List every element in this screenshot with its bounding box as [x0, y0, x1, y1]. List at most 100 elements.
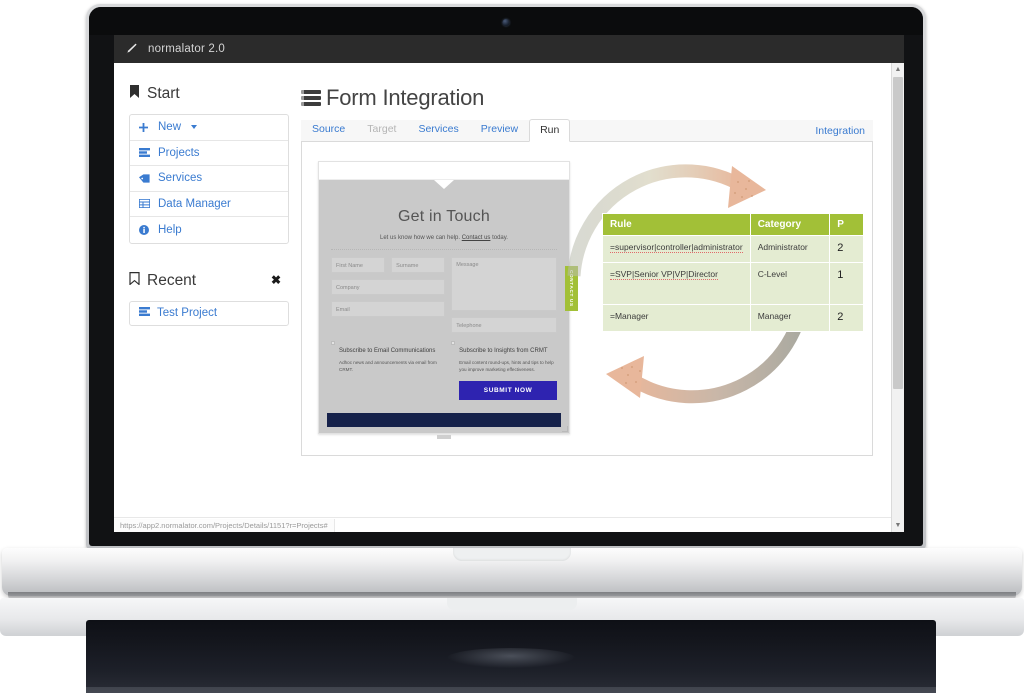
- form-mockup-body: Get in Touch Let us know how we can help…: [319, 180, 569, 433]
- checkbox-email-desc: Adhoc news and announcements via email f…: [339, 359, 442, 374]
- cell-category: C-Level: [750, 262, 830, 304]
- scroll-up-icon[interactable]: ▲: [892, 63, 904, 76]
- telephone-input[interactable]: Telephone: [451, 317, 557, 333]
- form-divider: [331, 249, 557, 250]
- info-icon: [139, 225, 151, 235]
- checkbox-email-title: Subscribe to Email Communications: [339, 348, 435, 354]
- checkbox-insights-title: Subscribe to Insights from CRMT: [459, 348, 547, 354]
- sidebar-menu: New: [129, 114, 289, 244]
- cell-p: 2: [830, 236, 864, 263]
- projects-icon: [139, 148, 151, 157]
- recent-item-label: Test Project: [157, 307, 217, 319]
- message-input[interactable]: Message: [451, 257, 557, 311]
- checkbox-icon[interactable]: [451, 341, 455, 345]
- sidebar-recent-heading: Recent ✖: [129, 272, 289, 290]
- checkbox-insights-desc: Email content round-ups, hints and tips …: [459, 359, 557, 374]
- browser-window: normalator 2.0: [114, 35, 904, 532]
- table-row: =supervisor|controller|administrator Adm…: [603, 236, 864, 263]
- status-url: https://app2.normalator.com/Projects/Det…: [114, 519, 335, 532]
- page-title-text: Form Integration: [326, 85, 484, 111]
- tab-bar: Source Target Services Preview Run Integ…: [301, 120, 873, 142]
- email-input[interactable]: Email: [331, 301, 445, 317]
- tab-source[interactable]: Source: [301, 118, 356, 141]
- laptop-screen: normalator 2.0: [114, 35, 904, 532]
- tab-preview[interactable]: Preview: [470, 118, 529, 141]
- webcam-icon: [503, 19, 510, 26]
- browser-viewport: Start: [114, 63, 904, 532]
- table-header-row: Rule Category P: [603, 214, 864, 236]
- bookmark-outline-icon: [129, 272, 140, 290]
- form-footer-bar: [327, 413, 561, 427]
- status-bar: https://app2.normalator.com/Projects/Det…: [114, 517, 891, 532]
- screenshot-stage: normalator 2.0: [0, 0, 1024, 693]
- sidebar-item-projects[interactable]: Projects: [130, 141, 288, 167]
- surname-input[interactable]: Surname: [391, 257, 445, 273]
- table-row: =Manager Manager 2: [603, 304, 864, 331]
- checkbox-email-communications[interactable]: Subscribe to Email Communications Adhoc …: [331, 339, 442, 400]
- cell-rule: =Manager: [603, 304, 751, 331]
- tab-services[interactable]: Services: [407, 118, 469, 141]
- cell-rule-text: =Manager: [610, 311, 649, 321]
- close-icon[interactable]: ✖: [271, 274, 281, 286]
- sidebar-item-services[interactable]: Services: [130, 166, 288, 192]
- form-subtitle: Let us know how we can help. Contact us …: [331, 235, 557, 241]
- recent-item-test-project[interactable]: Test Project: [129, 301, 289, 326]
- scrollbar-thumb[interactable]: [893, 77, 903, 389]
- sidebar: Start: [114, 85, 289, 532]
- checkbox-insights[interactable]: Subscribe to Insights from CRMT Email co…: [451, 339, 557, 400]
- cell-p: 1: [830, 262, 864, 304]
- form-checkbox-group: Subscribe to Email Communications Adhoc …: [331, 339, 557, 400]
- sidebar-item-new[interactable]: New: [130, 115, 288, 141]
- browser-titlebar: normalator 2.0: [114, 35, 904, 63]
- cell-category: Administrator: [750, 236, 830, 263]
- cell-rule-text: =SVP|Senior VP|VP|Director: [610, 269, 718, 280]
- laptop-lid-inner: normalator 2.0: [89, 7, 923, 546]
- run-panel: Get in Touch Let us know how we can help…: [301, 142, 873, 456]
- sidebar-item-help[interactable]: Help: [130, 217, 288, 243]
- main-content: Form Integration Source Target Services …: [289, 85, 891, 532]
- first-name-input[interactable]: First Name: [331, 257, 385, 273]
- form-subtitle-pre: Let us know how we can help.: [380, 235, 462, 241]
- page-content: Start: [114, 63, 891, 532]
- rules-table: Rule Category P: [602, 213, 864, 332]
- laptop-lid: normalator 2.0: [86, 4, 926, 549]
- sidebar-start-heading: Start: [129, 85, 289, 103]
- integration-link[interactable]: Integration: [807, 121, 873, 141]
- resize-corner-icon[interactable]: [562, 426, 568, 432]
- browser-title: normalator 2.0: [148, 43, 225, 55]
- checkbox-icon[interactable]: [331, 341, 335, 345]
- cell-rule-text: =supervisor|controller|administrator: [610, 242, 743, 253]
- cell-category: Manager: [750, 304, 830, 331]
- company-input[interactable]: Company: [331, 279, 445, 295]
- tab-run[interactable]: Run: [529, 119, 570, 142]
- bookmark-icon: [129, 85, 140, 103]
- pen-icon: [124, 42, 138, 56]
- form-subtitle-link[interactable]: Contact us: [462, 235, 491, 241]
- form-list-icon: [301, 90, 321, 107]
- vertical-scrollbar[interactable]: ▲ ▼: [891, 63, 904, 532]
- cell-rule: =SVP|Senior VP|VP|Director: [603, 262, 751, 304]
- sidebar-item-services-label: Services: [158, 172, 202, 184]
- sidebar-item-projects-label: Projects: [158, 147, 200, 159]
- tag-icon: [139, 174, 151, 183]
- table-row: =SVP|Senior VP|VP|Director C-Level 1: [603, 262, 864, 304]
- column-header-rule: Rule: [603, 214, 751, 236]
- sidebar-item-data-manager[interactable]: Data Manager: [130, 192, 288, 218]
- content-wrapper: Start: [114, 63, 891, 532]
- sidebar-item-help-label: Help: [158, 224, 182, 236]
- plus-icon: [139, 123, 151, 132]
- sidebar-item-new-label: New: [158, 121, 181, 133]
- slide-graphic: Get in Touch Let us know how we can help…: [314, 156, 849, 446]
- sidebar-start-label: Start: [147, 85, 180, 103]
- laptop-reflection: [86, 620, 936, 693]
- form-row-1: First Name Surname Company Email: [331, 257, 557, 333]
- form-subtitle-post: today.: [490, 235, 508, 241]
- form-notch-icon: [434, 180, 454, 189]
- sidebar-recent-label: Recent: [147, 272, 196, 290]
- form-mockup-topbar: [319, 162, 569, 180]
- chevron-down-icon: [191, 125, 197, 129]
- scroll-down-icon[interactable]: ▼: [892, 519, 904, 532]
- submit-button[interactable]: SUBMIT NOW: [459, 381, 557, 400]
- slide-handle[interactable]: [437, 435, 451, 439]
- page-title: Form Integration: [301, 85, 873, 111]
